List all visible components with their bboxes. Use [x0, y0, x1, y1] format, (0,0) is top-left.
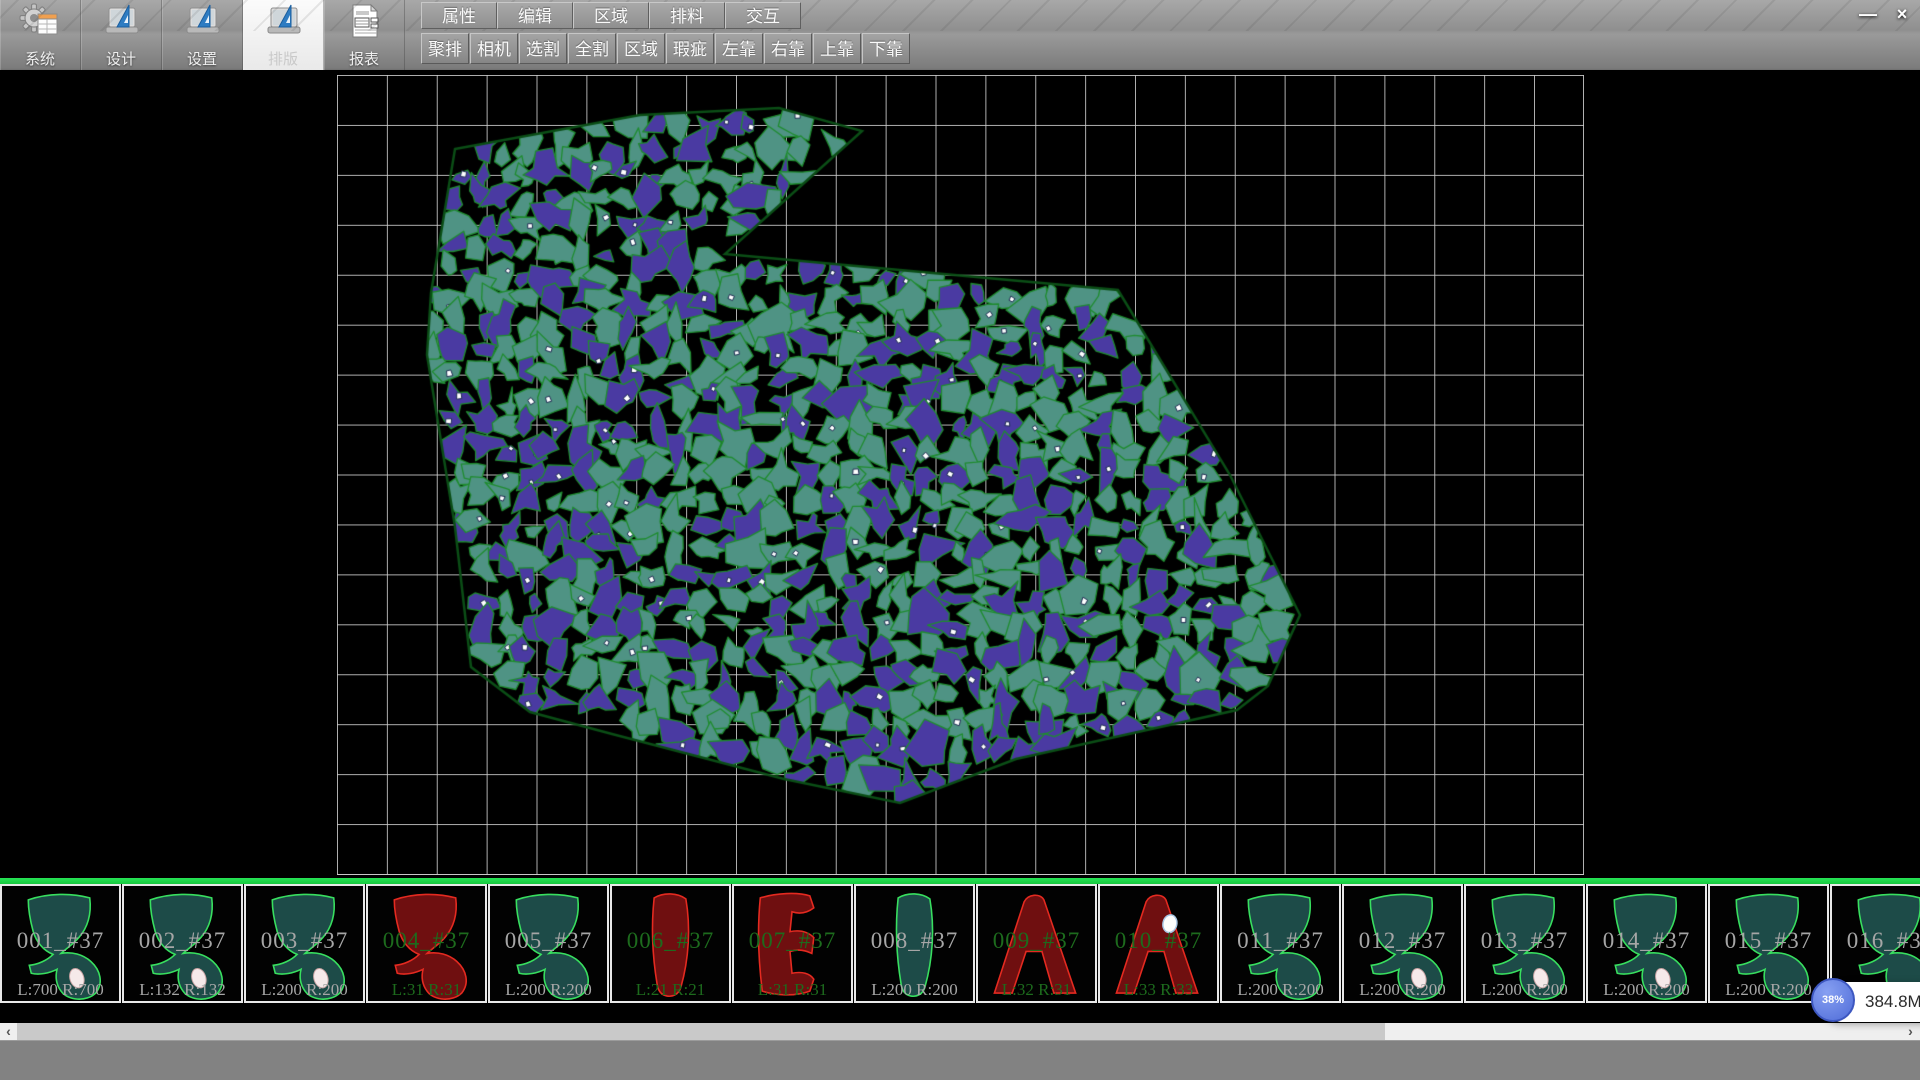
main-icon-design[interactable]: 设计 — [81, 0, 162, 70]
piece-id-label: 012_#37 — [1344, 928, 1461, 954]
main-icon-report[interactable]: 报表 — [324, 0, 405, 70]
laptop-ruler-icon — [99, 3, 143, 39]
piece-id-label: 015_#37 — [1710, 928, 1827, 954]
tool-button-5[interactable]: 瑕疵 — [666, 33, 714, 64]
tool-button-bar: 聚排相机选割全割区域瑕疵左靠右靠上靠下靠 — [421, 33, 911, 64]
laptop-ruler-icon — [261, 3, 305, 39]
piece-thumbnail-list: 001_#37L:700 R:700002_#37L:132 R:132003_… — [0, 884, 1920, 1003]
main-icon-nesting[interactable]: 排版 — [243, 0, 324, 70]
piece-id-label: 013_#37 — [1466, 928, 1583, 954]
piece-lr-count: L:200 R:200 — [1344, 980, 1461, 1000]
piece-thumbnail-004_#37[interactable]: 004_#37 L:31 R:31 — [366, 884, 487, 1003]
piece-lr-count: L:33 R:33 — [1100, 980, 1217, 1000]
tool-button-4[interactable]: 区域 — [617, 33, 665, 64]
piece-id-label: 011_#37 — [1222, 928, 1339, 954]
piece-lr-count: L:200 R:200 — [1222, 980, 1339, 1000]
piece-lr-count: L:32 R:31 — [978, 980, 1095, 1000]
piece-id-label: 010_#37 — [1100, 928, 1217, 954]
menu-tab-3[interactable]: 排料 — [649, 2, 725, 29]
tool-button-0[interactable]: 聚排 — [421, 33, 469, 64]
piece-id-label: 004_#37 — [368, 928, 485, 954]
minimize-button[interactable]: — — [1854, 3, 1882, 25]
piece-thumbnail-009_#37[interactable]: 009_#37 L:32 R:31 — [976, 884, 1097, 1003]
tool-button-8[interactable]: 上靠 — [813, 33, 861, 64]
menu-tab-bar: 属性编辑区域排料交互 — [421, 2, 801, 29]
piece-id-label: 008_#37 — [856, 928, 973, 954]
tool-button-6[interactable]: 左靠 — [715, 33, 763, 64]
piece-lr-count: L:21 R:21 — [612, 980, 729, 1000]
piece-thumbnail-006_#37[interactable]: 006_#37 L:21 R:21 — [610, 884, 731, 1003]
piece-id-label: 006_#37 — [612, 928, 729, 954]
piece-lr-count: L:200 R:200 — [856, 980, 973, 1000]
menu-tab-4[interactable]: 交互 — [725, 2, 801, 29]
status-bar — [0, 1040, 1920, 1080]
nested-hide-canvas[interactable] — [0, 70, 1920, 878]
piece-thumbnail-002_#37[interactable]: 002_#37 L:132 R:132 — [122, 884, 243, 1003]
tool-button-7[interactable]: 右靠 — [764, 33, 812, 64]
window-controls: — × — [1848, 3, 1916, 25]
piece-id-label: 007_#37 — [734, 928, 851, 954]
icon-label: 系统 — [0, 48, 80, 69]
tool-button-1[interactable]: 相机 — [470, 33, 518, 64]
laptop-ruler-icon — [180, 3, 224, 39]
close-button[interactable]: × — [1888, 3, 1916, 25]
horizontal-scrollbar[interactable]: ‹ › — [0, 1023, 1920, 1040]
report-doc-icon — [342, 3, 386, 39]
menu-tab-1[interactable]: 编辑 — [497, 2, 573, 29]
icon-label: 设置 — [162, 48, 242, 69]
piece-id-label: 005_#37 — [490, 928, 607, 954]
piece-lr-count: L:200 R:200 — [1710, 980, 1827, 1000]
tool-button-9[interactable]: 下靠 — [862, 33, 910, 64]
nesting-canvas-area — [0, 70, 1920, 878]
piece-lr-count: L:200 R:200 — [1466, 980, 1583, 1000]
menu-tab-0[interactable]: 属性 — [421, 2, 497, 29]
menu-tab-2[interactable]: 区域 — [573, 2, 649, 29]
toolbar: 系统设计设置排版报表 属性编辑区域排料交互 聚排相机选割全割区域瑕疵左靠右靠上靠… — [0, 0, 1920, 70]
piece-thumbnail-012_#37[interactable]: 012_#37 L:200 R:200 — [1342, 884, 1463, 1003]
main-icon-settings[interactable]: 设置 — [162, 0, 243, 70]
piece-lr-count: L:200 R:200 — [490, 980, 607, 1000]
scrollbar-thumb[interactable] — [17, 1023, 1385, 1040]
piece-thumbnail-001_#37[interactable]: 001_#37 L:700 R:700 — [0, 884, 121, 1003]
piece-lr-count: L:132 R:132 — [124, 980, 241, 1000]
piece-lr-count: L:31 R:31 — [734, 980, 851, 1000]
piece-thumbnail-015_#37[interactable]: 015_#37 L:200 R:200 — [1708, 884, 1829, 1003]
piece-thumbnail-010_#37[interactable]: 010_#37 L:33 R:33 — [1098, 884, 1219, 1003]
piece-thumbnail-003_#37[interactable]: 003_#37 L:200 R:200 — [244, 884, 365, 1003]
piece-thumbnail-011_#37[interactable]: 011_#37 L:200 R:200 — [1220, 884, 1341, 1003]
tool-button-3[interactable]: 全割 — [568, 33, 616, 64]
icon-label: 设计 — [81, 48, 161, 69]
piece-id-label: 009_#37 — [978, 928, 1095, 954]
piece-id-label: 002_#37 — [124, 928, 241, 954]
piece-id-label: 003_#37 — [246, 928, 363, 954]
piece-id-label: 001_#37 — [2, 928, 119, 954]
piece-thumbnail-013_#37[interactable]: 013_#37 L:200 R:200 — [1464, 884, 1585, 1003]
scroll-right-arrow[interactable]: › — [1902, 1023, 1919, 1040]
piece-id-label: 014_#37 — [1588, 928, 1705, 954]
tool-button-2[interactable]: 选割 — [519, 33, 567, 64]
piece-thumbnail-014_#37[interactable]: 014_#37 L:200 R:200 — [1586, 884, 1707, 1003]
scroll-left-arrow[interactable]: ‹ — [0, 1023, 17, 1040]
piece-lr-count: L:200 R:200 — [246, 980, 363, 1000]
piece-lr-count: L:31 R:31 — [368, 980, 485, 1000]
piece-thumbnail-007_#37[interactable]: 007_#37 L:31 R:31 — [732, 884, 853, 1003]
main-icon-bar: 系统设计设置排版报表 — [0, 0, 405, 70]
main-icon-gear[interactable]: 系统 — [0, 0, 81, 70]
icon-label: 报表 — [324, 48, 404, 69]
piece-thumbnail-008_#37[interactable]: 008_#37 L:200 R:200 — [854, 884, 975, 1003]
piece-thumbnail-005_#37[interactable]: 005_#37 L:200 R:200 — [488, 884, 609, 1003]
piece-lr-count: L:200 R:200 — [1588, 980, 1705, 1000]
progress-circle: 38% — [1811, 978, 1855, 1022]
gear-table-icon — [18, 3, 62, 39]
piece-id-label: 016_#37 — [1832, 928, 1920, 954]
icon-label: 排版 — [243, 48, 323, 69]
piece-thumbnail-panel: 001_#37L:700 R:700002_#37L:132 R:132003_… — [0, 878, 1920, 1023]
piece-lr-count: L:700 R:700 — [2, 980, 119, 1000]
